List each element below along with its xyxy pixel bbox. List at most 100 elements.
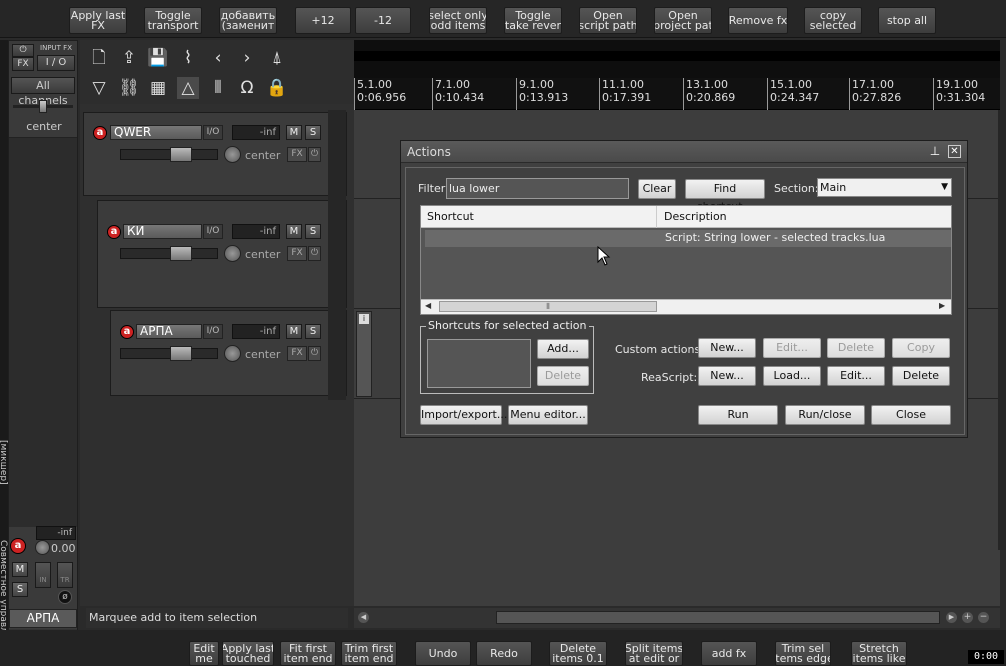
- track-panel-scrollbar[interactable]: [328, 110, 346, 400]
- column-header-shortcut[interactable]: Shortcut: [421, 206, 657, 228]
- mute-button[interactable]: M: [286, 224, 302, 239]
- toolbar-button-apply-last-touched[interactable]: Apply last touched: [222, 641, 274, 666]
- media-item[interactable]: i: [356, 311, 372, 397]
- close-button[interactable]: Close: [871, 405, 951, 425]
- new-project-icon[interactable]: 🗋: [88, 47, 110, 69]
- custom-action-copy-button[interactable]: Copy: [892, 338, 950, 358]
- volume-fader[interactable]: [170, 346, 192, 361]
- record-arm-icon[interactable]: a: [107, 225, 121, 239]
- track-name[interactable]: КИ: [123, 224, 202, 239]
- fx-bypass-icon[interactable]: ⏻: [308, 246, 321, 261]
- master-pan-slider[interactable]: [39, 100, 47, 113]
- section-select[interactable]: Main ▼: [817, 178, 952, 197]
- solo-button[interactable]: S: [305, 125, 321, 140]
- volume-fader[interactable]: [170, 147, 192, 162]
- scrollbar-thumb[interactable]: ⦀: [439, 301, 657, 312]
- add-shortcut-button[interactable]: Add...: [537, 339, 589, 359]
- pan-knob[interactable]: [224, 245, 241, 262]
- custom-action-delete-button[interactable]: Delete: [827, 338, 885, 358]
- track-io-button[interactable]: I/O: [203, 125, 223, 140]
- menu-editor-button[interactable]: Menu editor...: [508, 405, 588, 425]
- scrollbar-thumb[interactable]: [496, 611, 940, 624]
- toolbar-button-redo[interactable]: Redo: [476, 641, 532, 666]
- list-item[interactable]: Script: String lower - selected tracks.l…: [425, 230, 951, 247]
- run-button[interactable]: Run: [698, 405, 778, 425]
- toolbar-button-apply-last-fx[interactable]: Apply last FX: [69, 7, 127, 34]
- track-row[interactable]: a QWER I/O -inf M S center FX ⏻ 2: [83, 112, 347, 196]
- fx-button[interactable]: FX: [287, 246, 307, 261]
- timeline-ruler[interactable]: 5.1.00 0:06.956 7.1.00 0:10.434 9.1.00 0:13…: [354, 78, 1000, 110]
- scroll-right-icon[interactable]: ▶: [946, 612, 957, 623]
- clear-button[interactable]: Clear: [638, 179, 676, 199]
- toolbar-button-edit-me[interactable]: Edit me: [189, 641, 219, 666]
- master-fx-button[interactable]: FX: [12, 57, 34, 71]
- toolbar-button-trim-first-item-end[interactable]: Trim first item end: [341, 641, 397, 666]
- find-shortcut-button[interactable]: Find shortcut...: [685, 179, 765, 213]
- master-solo-button[interactable]: S: [12, 582, 28, 597]
- solo-button[interactable]: S: [305, 324, 321, 339]
- toolbar-button-delete-items[interactable]: Delete items 0.1: [549, 641, 607, 666]
- pan-knob[interactable]: [224, 146, 241, 163]
- run-close-button[interactable]: Run/close: [785, 405, 865, 425]
- link-icon[interactable]: ⛓: [118, 77, 140, 99]
- toolbar-button-split-items[interactable]: Split items at edit or: [625, 641, 683, 666]
- toolbar-button-minus-12[interactable]: -12: [355, 7, 411, 34]
- fx-button[interactable]: FX: [287, 147, 307, 162]
- record-arm-icon[interactable]: a: [120, 325, 134, 339]
- master-record-arm-icon[interactable]: a: [10, 538, 26, 554]
- envelope-points-icon[interactable]: △: [177, 77, 199, 99]
- snap-magnet-icon[interactable]: Ω: [236, 77, 258, 99]
- track-io-button[interactable]: I/O: [203, 324, 223, 339]
- toolbar-button-toggle-take-reverse[interactable]: Toggle take rever: [504, 7, 562, 34]
- arrow-left-icon[interactable]: ‹: [207, 47, 229, 69]
- track-row[interactable]: a АРПА I/O -inf M S center FX ⏻ 4: [110, 310, 347, 396]
- pin-icon[interactable]: ⊥: [928, 144, 942, 158]
- horizontal-scrollbar[interactable]: ◀ ⦀ ▶: [421, 299, 951, 314]
- arrange-vertical-scrollbar[interactable]: [998, 110, 1006, 550]
- column-header-description[interactable]: Description: [658, 206, 950, 228]
- zoom-out-icon[interactable]: −: [978, 612, 989, 623]
- track-row[interactable]: a КИ I/O -inf M S center FX ⏻ 3: [97, 200, 347, 308]
- filter-input[interactable]: lua lower: [446, 178, 629, 199]
- solo-button[interactable]: S: [305, 224, 321, 239]
- custom-action-edit-button[interactable]: Edit...: [763, 338, 821, 358]
- track-name[interactable]: QWER: [110, 125, 202, 140]
- ripple-editing-icon[interactable]: ▽: [88, 77, 110, 99]
- pan-knob[interactable]: [224, 345, 241, 362]
- reascript-load-button[interactable]: Load...: [763, 366, 821, 386]
- toolbar-button-fit-first-item-end[interactable]: Fit first item end: [280, 641, 336, 666]
- delete-shortcut-button[interactable]: Delete: [537, 366, 589, 386]
- toolbar-button-add-fx[interactable]: add fx: [701, 641, 757, 666]
- fx-bypass-icon[interactable]: ⏻: [308, 147, 321, 162]
- master-volume-knob[interactable]: [35, 540, 50, 555]
- toolbar-button-copy-selected[interactable]: copy selected: [804, 7, 862, 34]
- lock-icon[interactable]: 🔒: [266, 77, 288, 99]
- arrow-right-icon[interactable]: ›: [236, 47, 258, 69]
- reascript-delete-button[interactable]: Delete: [892, 366, 950, 386]
- import-export-button[interactable]: Import/export...: [420, 405, 507, 425]
- zoom-in-icon[interactable]: +: [962, 612, 973, 623]
- reascript-new-button[interactable]: New...: [698, 366, 756, 386]
- toolbar-button-toggle-transport[interactable]: Toggle transport: [144, 7, 202, 34]
- toolbar-button-stop-all[interactable]: stop all: [878, 7, 936, 34]
- reascript-edit-button[interactable]: Edit...: [827, 366, 885, 386]
- track-name[interactable]: АРПА: [136, 324, 202, 339]
- toolbar-button-open-script-path[interactable]: Open script path: [579, 7, 637, 34]
- toolbar-button-open-project-path[interactable]: Open project pat: [654, 7, 712, 34]
- toolbar-button-undo[interactable]: Undo: [415, 641, 471, 666]
- close-icon[interactable]: ✕: [948, 145, 961, 158]
- record-arm-icon[interactable]: a: [93, 126, 107, 140]
- volume-fader[interactable]: [170, 246, 192, 261]
- grid-lines-icon[interactable]: ⦀: [207, 77, 229, 99]
- track-io-button[interactable]: I/O: [203, 224, 223, 239]
- input-monitor-button[interactable]: IN: [35, 562, 51, 588]
- channels-selector[interactable]: All channels: [11, 77, 75, 107]
- fx-bypass-icon[interactable]: ⏻: [308, 346, 321, 361]
- actions-list[interactable]: Shortcut Description Script: String lowe…: [420, 205, 952, 315]
- toolbar-button-add-replace[interactable]: добавить (заменит: [219, 7, 277, 34]
- mute-button[interactable]: M: [286, 125, 302, 140]
- scroll-right-icon[interactable]: ▶: [939, 301, 945, 310]
- save-project-icon[interactable]: 💾: [147, 47, 169, 69]
- scroll-left-icon[interactable]: ◀: [358, 612, 369, 623]
- shortcuts-list[interactable]: [427, 339, 531, 388]
